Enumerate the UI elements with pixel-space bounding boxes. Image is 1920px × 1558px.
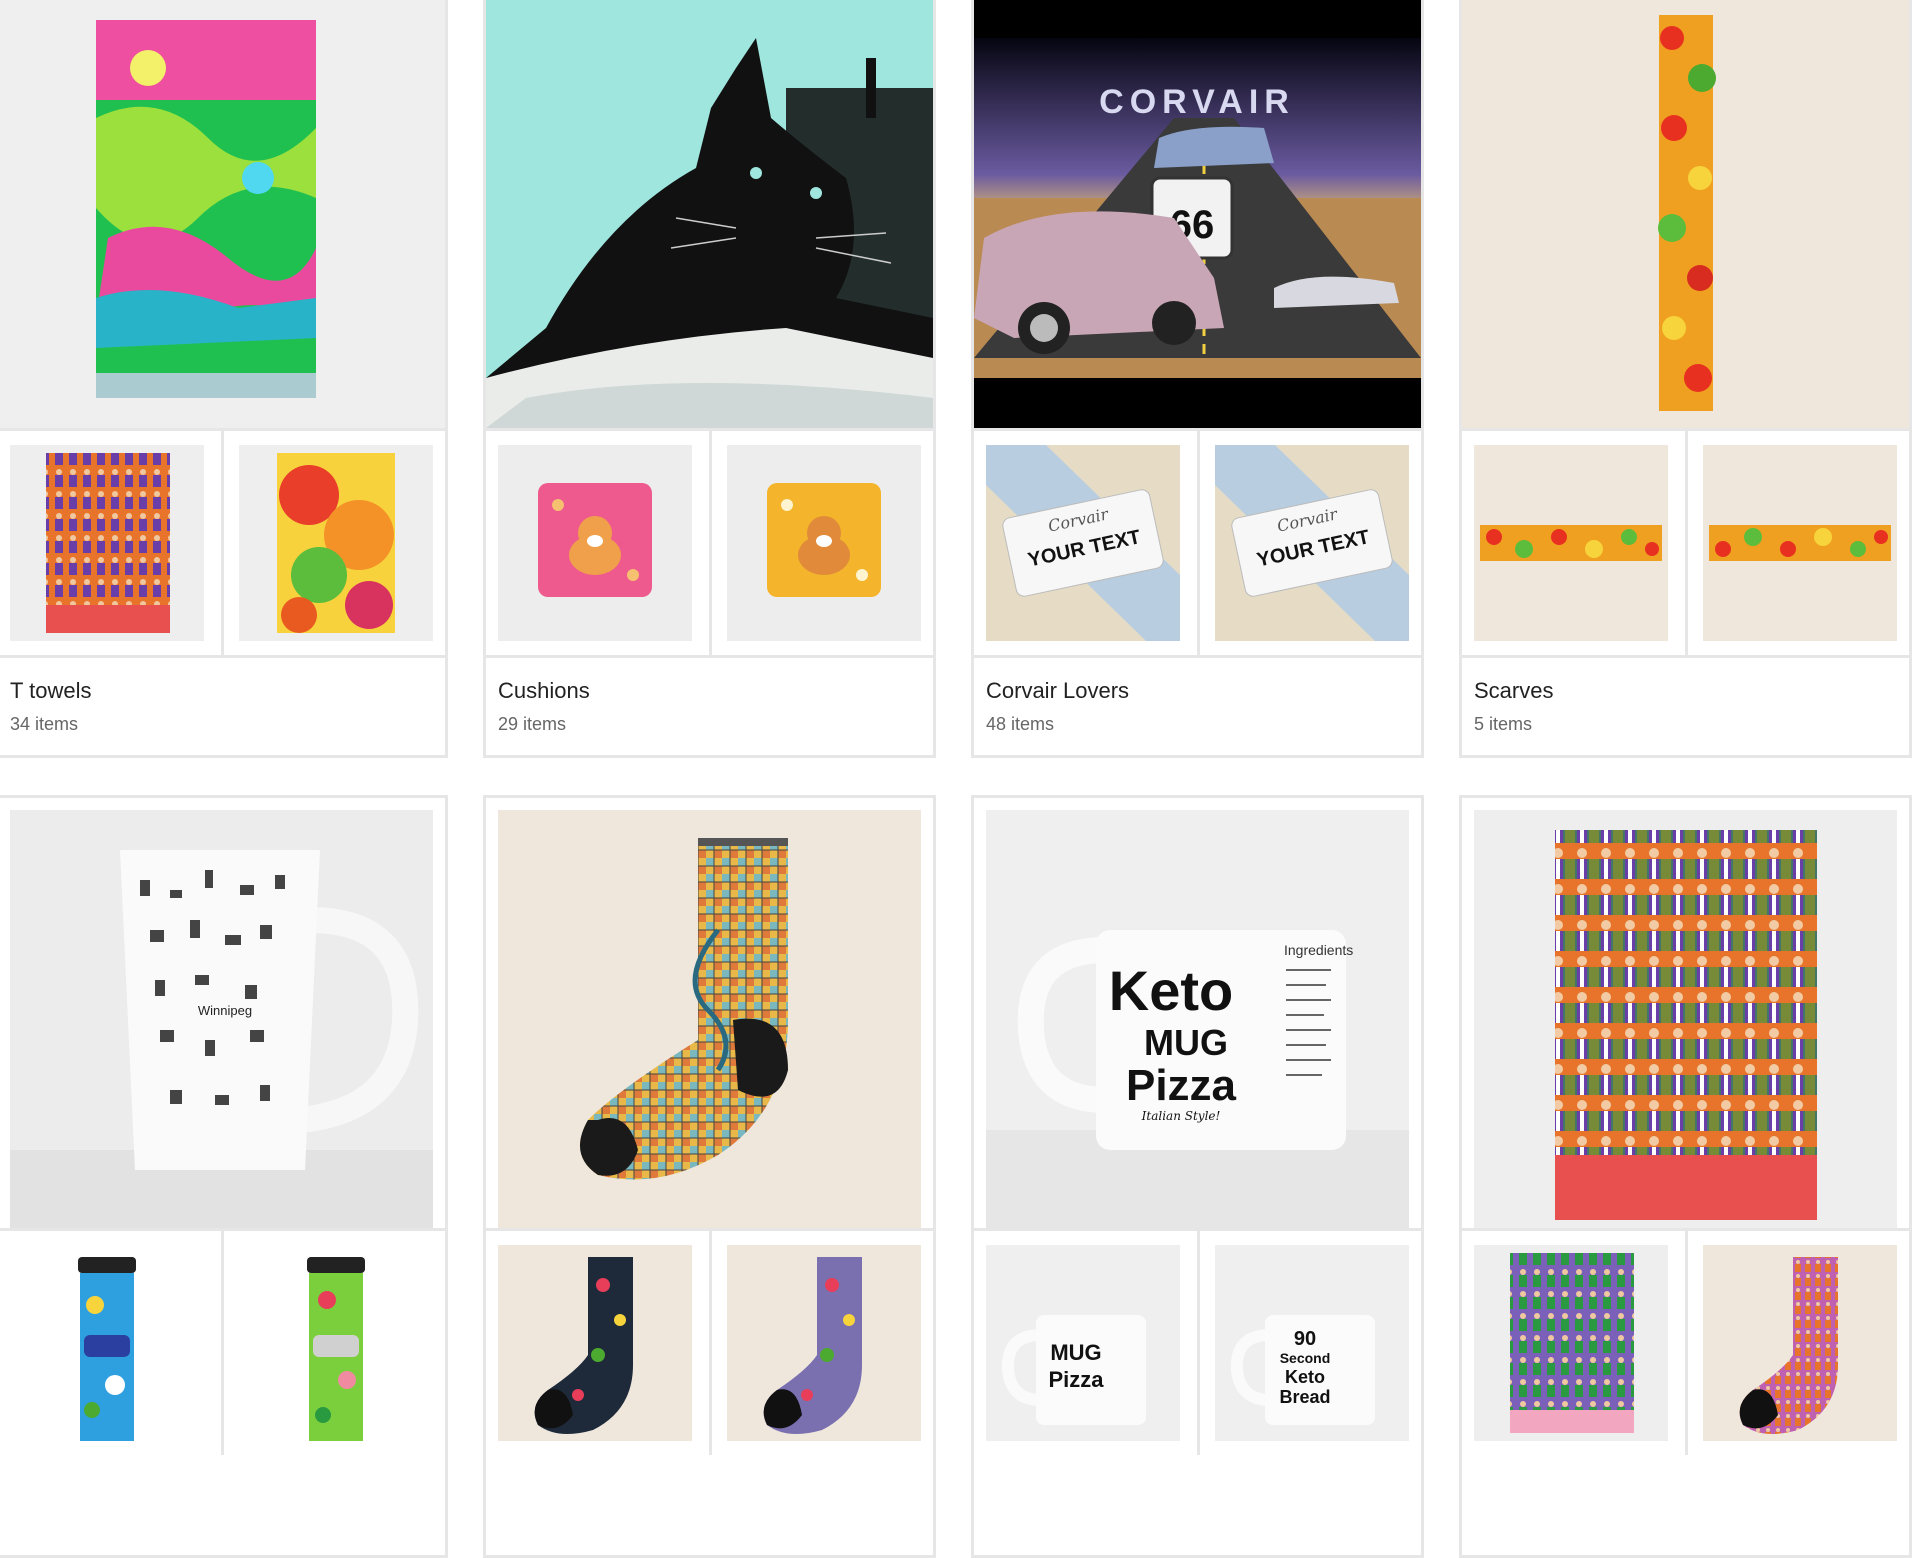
collection-card-scarves[interactable]: Scarves 5 items bbox=[1459, 0, 1912, 758]
thumbnail-row: Corvair YOUR TEXT Corvair YOUR TEXT bbox=[974, 431, 1421, 655]
small-mug-text: Pizza bbox=[1048, 1367, 1104, 1392]
collection-card-t-towels[interactable]: T towels 34 items bbox=[0, 0, 448, 758]
thumbnail-divider bbox=[708, 1231, 712, 1455]
collection-title[interactable]: Cushions bbox=[498, 678, 590, 704]
collection-card[interactable] bbox=[1459, 795, 1912, 1558]
card-divider bbox=[486, 655, 933, 658]
small-mug-text: MUG bbox=[1050, 1340, 1101, 1365]
small-mug-text: Keto bbox=[1285, 1367, 1325, 1387]
keto-mug-pizza-image[interactable]: Keto MUG Pizza Italian Style! Ingredient… bbox=[986, 810, 1409, 1228]
thumbnail-row bbox=[1462, 1231, 1909, 1455]
thumbnail-row bbox=[0, 431, 445, 655]
collection-card[interactable]: Keto MUG Pizza Italian Style! Ingredient… bbox=[971, 795, 1424, 1558]
collection-title[interactable]: T towels bbox=[10, 678, 92, 704]
winnipeg-latte-mug-image[interactable]: Winnipeg bbox=[10, 810, 433, 1228]
collection-title[interactable]: Scarves bbox=[1474, 678, 1553, 704]
graffiti-towel-image[interactable] bbox=[0, 0, 445, 428]
mug-mug-text: MUG bbox=[1144, 1022, 1228, 1063]
blue-car-tumbler-image[interactable] bbox=[10, 1245, 204, 1441]
floral-scarf-image-3[interactable] bbox=[1703, 445, 1897, 641]
thumbnail-divider bbox=[1196, 431, 1200, 655]
corvair-license-plate-image-2[interactable]: Corvair YOUR TEXT bbox=[1215, 445, 1409, 641]
collection-item-count: 48 items bbox=[986, 714, 1055, 734]
black-cat-image[interactable] bbox=[486, 0, 933, 428]
thumbnail-divider bbox=[708, 431, 712, 655]
keto-bread-mug-image[interactable]: 90 Second Keto Bread bbox=[1215, 1245, 1409, 1441]
thumbnail-row: MUG Pizza 90 Second Keto Bread bbox=[974, 1231, 1421, 1455]
mug-pizza-text: Pizza bbox=[1126, 1061, 1237, 1110]
thumbnail-divider bbox=[220, 431, 224, 655]
small-mug-text: 90 bbox=[1294, 1328, 1316, 1350]
floral-scarf-image[interactable] bbox=[1462, 0, 1909, 428]
winnipeg-text: Winnipeg bbox=[198, 1003, 252, 1018]
collection-item-count: 34 items bbox=[10, 714, 79, 734]
mug-keto-text: Keto bbox=[1109, 959, 1233, 1022]
thumbnail-divider bbox=[1684, 431, 1688, 655]
thumbnail-divider bbox=[1196, 1231, 1200, 1455]
collection-card-cushions[interactable]: Cushions 29 items bbox=[483, 0, 936, 758]
corgi-yellow-cushion-image[interactable] bbox=[727, 445, 921, 641]
small-mug-text: Second bbox=[1280, 1350, 1331, 1366]
watercolor-towel-image[interactable] bbox=[239, 445, 433, 641]
mug-tagline-text: Italian Style! bbox=[1141, 1109, 1221, 1123]
people-pattern-towel-image[interactable] bbox=[10, 445, 204, 641]
corvair-title-text: CORVAIR bbox=[1099, 83, 1295, 121]
people-pattern-sock-image[interactable] bbox=[1703, 1245, 1897, 1441]
collection-caption: Scarves 5 items bbox=[1474, 678, 1553, 735]
collection-caption: Cushions 29 items bbox=[498, 678, 590, 735]
people-pattern-towel-image-small[interactable] bbox=[1474, 1245, 1668, 1441]
collection-item-count: 29 items bbox=[498, 714, 567, 734]
collection-caption: Corvair Lovers 48 items bbox=[986, 678, 1129, 735]
collection-item-count: 5 items bbox=[1474, 714, 1533, 734]
city-map-sock-image[interactable] bbox=[498, 810, 921, 1228]
small-mug-text: Bread bbox=[1279, 1387, 1330, 1407]
mug-pizza-mug-image[interactable]: MUG Pizza bbox=[986, 1245, 1180, 1441]
green-car-tumbler-image[interactable] bbox=[239, 1245, 433, 1441]
collection-title[interactable]: Corvair Lovers bbox=[986, 678, 1129, 704]
corvair-route-66-image[interactable]: CORVAIR 66 bbox=[974, 0, 1421, 428]
card-divider bbox=[974, 655, 1421, 658]
mug-ingredients-text: Ingredients bbox=[1284, 942, 1353, 958]
purple-sock-image[interactable] bbox=[727, 1245, 921, 1441]
card-divider bbox=[1462, 655, 1909, 658]
collection-caption: T towels 34 items bbox=[10, 678, 92, 735]
floral-sock-image[interactable] bbox=[498, 1245, 692, 1441]
thumbnail-divider bbox=[220, 1231, 224, 1455]
floral-scarf-image-2[interactable] bbox=[1474, 445, 1668, 641]
thumbnail-row bbox=[486, 431, 933, 655]
collection-card[interactable]: Winnipeg bbox=[0, 795, 448, 1558]
collection-card-corvair-lovers[interactable]: CORVAIR 66 Corvair YOUR TEXT Corvair YOU… bbox=[971, 0, 1424, 758]
thumbnail-divider bbox=[1684, 1231, 1688, 1455]
collection-card[interactable] bbox=[483, 795, 936, 1558]
thumbnail-row bbox=[1462, 431, 1909, 655]
people-pattern-towel-image-large[interactable] bbox=[1474, 810, 1897, 1228]
corvair-license-plate-image[interactable]: Corvair YOUR TEXT bbox=[986, 445, 1180, 641]
card-divider bbox=[0, 655, 445, 658]
thumbnail-row bbox=[486, 1231, 933, 1455]
thumbnail-row bbox=[0, 1231, 445, 1455]
corgi-pink-cushion-image[interactable] bbox=[498, 445, 692, 641]
